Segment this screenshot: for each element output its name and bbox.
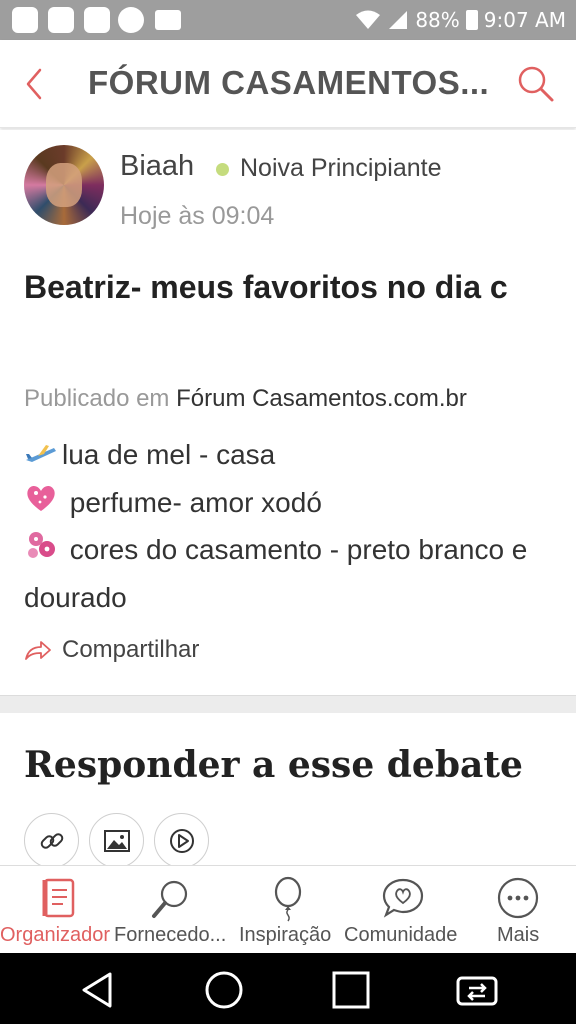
forum-link[interactable]: Fórum Casamentos.com.br [176,385,467,412]
page-title: FÓRUM CASAMENTOS... [88,64,490,101]
reply-toolbar [24,813,209,868]
play-icon [169,828,194,853]
blossom-icon [24,529,58,575]
wifi-icon [356,10,381,29]
post-title: Beatriz- meus favoritos no dia c [24,269,508,305]
tab-label: Comunidade [344,924,458,946]
post-body: lua de mel - casa perfume- amor xodó cor… [24,432,564,621]
nav-switch-icon[interactable] [455,968,499,1012]
tab-inspiracao[interactable]: Inspiração [236,866,340,954]
circle-icon [118,7,144,33]
post-timestamp: Hoje às 09:04 [120,202,275,230]
search-button[interactable] [514,62,558,106]
tab-mais[interactable]: Mais [468,866,576,954]
body-text: cores do casamento - preto branco e dour… [24,534,528,613]
nav-home-icon[interactable] [202,968,246,1012]
tab-organizador[interactable]: Organizador [0,866,114,954]
body-text: lua de mel - casa [62,439,276,470]
avatar[interactable] [24,145,104,225]
link-icon [40,832,63,849]
signal-icon [389,11,408,29]
tab-label: Mais [497,924,540,946]
planner-icon [42,878,75,918]
app-icon [12,7,38,33]
tab-comunidade[interactable]: Comunidade [342,866,466,954]
author-name[interactable]: Biaah [120,150,194,183]
status-bar: 88% 9:07 AM [0,0,576,40]
section-divider [0,695,576,713]
author-level: Noiva Principiante [240,154,442,182]
battery-icon [465,10,478,30]
tab-fornecedores[interactable]: Fornecedo... [114,866,232,954]
published-in: Publicado em Fórum Casamentos.com.br [24,385,467,413]
bottom-tab-bar: Organizador Fornecedo... Inspiração Comu… [0,865,576,953]
message-icon [155,10,181,30]
insert-link-button[interactable] [24,813,79,868]
chevron-left-icon [26,68,42,100]
back-button[interactable] [18,64,58,104]
image-icon [103,829,130,852]
balloon-icon [274,876,302,922]
system-nav-bar [0,953,576,1024]
photos-icon [84,7,110,33]
share-label: Compartilhar [62,636,200,663]
reply-heading: Responder a esse debate [24,744,523,786]
insert-image-button[interactable] [89,813,144,868]
insert-video-button[interactable] [154,813,209,868]
airplane-icon [24,434,58,480]
tab-label: Inspiração [239,924,332,946]
share-icon [25,641,51,660]
published-prefix: Publicado em [24,385,170,412]
more-icon [497,877,539,919]
sparkling-heart-icon [24,481,58,527]
nav-back-icon[interactable] [76,968,120,1012]
body-text: perfume- amor xodó [69,486,322,518]
share-button[interactable]: Compartilhar [24,633,199,667]
nav-recents-icon[interactable] [329,968,373,1012]
clock: 9:07 AM [483,8,566,32]
search-icon [518,66,554,102]
body-line: lua de mel - casa [24,432,564,480]
body-line: perfume- amor xodó [24,480,564,528]
tab-label: Fornecedo... [114,924,227,946]
body-line: cores do casamento - preto branco e dour… [24,527,564,621]
battery-percent: 88% [415,8,460,32]
chat-heart-icon [382,878,424,918]
tab-label: Organizador [0,924,111,946]
app-bar: FÓRUM CASAMENTOS... [0,40,576,128]
magnifier-icon [152,880,188,918]
post: Biaah Noiva Principiante Hoje às 09:04 B… [0,130,576,695]
app-icon [48,7,74,33]
level-dot-icon [216,163,229,176]
